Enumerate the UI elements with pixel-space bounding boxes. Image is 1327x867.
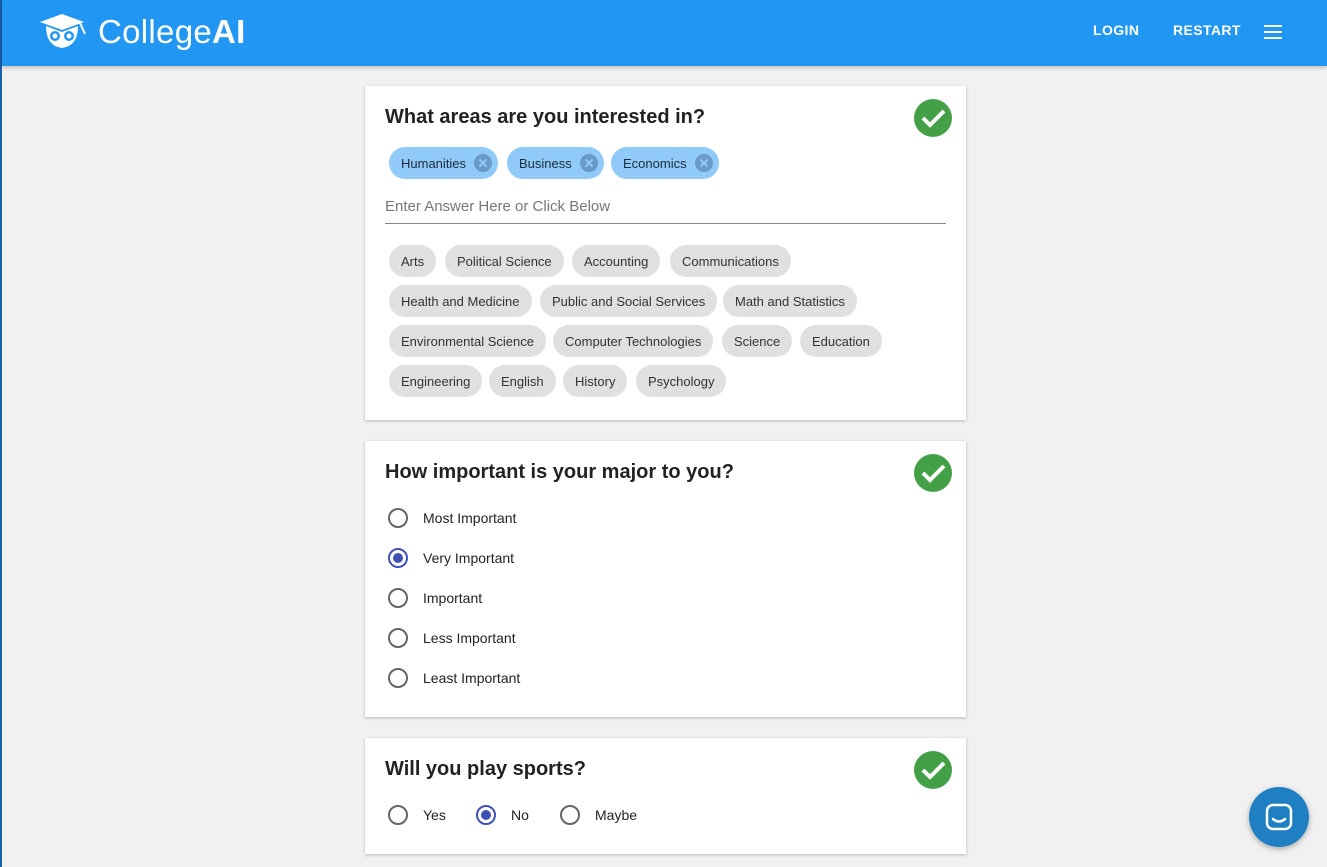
radio-button-selected[interactable] (388, 548, 408, 568)
interests-question: What areas are you interested in? (385, 106, 706, 128)
option-chip-arts[interactable]: Arts (389, 245, 437, 277)
radio-no[interactable]: No (476, 805, 529, 825)
remove-chip-icon[interactable] (694, 154, 713, 172)
option-chip-psychology[interactable]: Psychology (636, 365, 727, 397)
selected-chip-humanities: Humanities (389, 147, 499, 179)
chat-launcher-button[interactable] (1249, 787, 1309, 847)
radio-button[interactable] (388, 805, 408, 825)
answer-input[interactable]: Enter Answer Here or Click Below (385, 192, 946, 224)
option-chip-political-science[interactable]: Political Science (445, 245, 564, 277)
interests-card: What areas are you interested in? Humani… (365, 86, 966, 420)
brand-name: CollegeAI (98, 13, 246, 50)
login-button[interactable]: LOGIN (1093, 22, 1139, 38)
major-card: How important is your major to you? Most… (365, 441, 966, 717)
option-chip-health-and-medicine[interactable]: Health and Medicine (389, 285, 532, 317)
option-chip-communications[interactable]: Communications (670, 245, 791, 277)
chat-messenger-icon (1265, 803, 1293, 831)
option-chip-engineering[interactable]: Engineering (389, 365, 483, 397)
checkmark-icon (914, 454, 952, 492)
radio-least-important[interactable]: Least Important (388, 668, 520, 688)
app-bar: CollegeAI LOGIN RESTART (2, 0, 1327, 66)
option-chip-public-and-social-services[interactable]: Public and Social Services (540, 285, 718, 317)
radio-important[interactable]: Important (388, 588, 482, 608)
option-chip-english[interactable]: English (489, 365, 556, 397)
radio-label: No (511, 807, 529, 823)
radio-button[interactable] (560, 805, 580, 825)
radio-most-important[interactable]: Most Important (388, 508, 516, 528)
radio-button-selected[interactable] (476, 805, 496, 825)
option-chip-accounting[interactable]: Accounting (572, 245, 661, 277)
logo[interactable]: CollegeAI (36, 12, 246, 52)
checkmark-icon (914, 751, 952, 789)
sports-question: Will you play sports? (385, 758, 586, 780)
major-question: How important is your major to you? (385, 461, 734, 483)
radio-label: Maybe (595, 807, 638, 823)
option-chip-history[interactable]: History (563, 365, 628, 397)
remove-chip-icon[interactable] (474, 154, 493, 172)
radio-button[interactable] (388, 628, 408, 648)
chip-label: Humanities (401, 155, 467, 171)
radio-maybe[interactable]: Maybe (560, 805, 637, 825)
chip-label: Business (519, 155, 572, 171)
radio-very-important[interactable]: Very Important (388, 548, 514, 568)
option-chip-math-and-statistics[interactable]: Math and Statistics (723, 285, 857, 317)
chip-label: Economics (623, 155, 687, 171)
hamburger-menu-icon[interactable] (1264, 25, 1282, 39)
radio-label: Less Important (423, 630, 516, 646)
checkmark-icon (914, 99, 952, 137)
radio-label: Least Important (423, 670, 521, 686)
option-chip-science[interactable]: Science (722, 325, 793, 357)
radio-button[interactable] (388, 508, 408, 528)
radio-button[interactable] (388, 668, 408, 688)
radio-label: Important (423, 590, 483, 606)
selected-chip-business: Business (507, 147, 604, 179)
radio-label: Most Important (423, 510, 517, 526)
option-chip-education[interactable]: Education (800, 325, 882, 357)
sports-card: Will you play sports? Yes No Maybe (365, 738, 966, 854)
radio-label: Very Important (423, 550, 515, 566)
remove-chip-icon[interactable] (579, 154, 598, 172)
owl-grad-cap-icon (40, 14, 86, 48)
option-chip-environmental-science[interactable]: Environmental Science (389, 325, 546, 357)
radio-label: Yes (423, 807, 446, 823)
selected-chip-economics: Economics (611, 147, 719, 179)
radio-less-important[interactable]: Less Important (388, 628, 516, 648)
radio-yes[interactable]: Yes (388, 805, 446, 825)
radio-button[interactable] (388, 588, 408, 608)
restart-button[interactable]: RESTART (1173, 22, 1241, 38)
option-chip-computer-technologies[interactable]: Computer Technologies (553, 325, 714, 357)
